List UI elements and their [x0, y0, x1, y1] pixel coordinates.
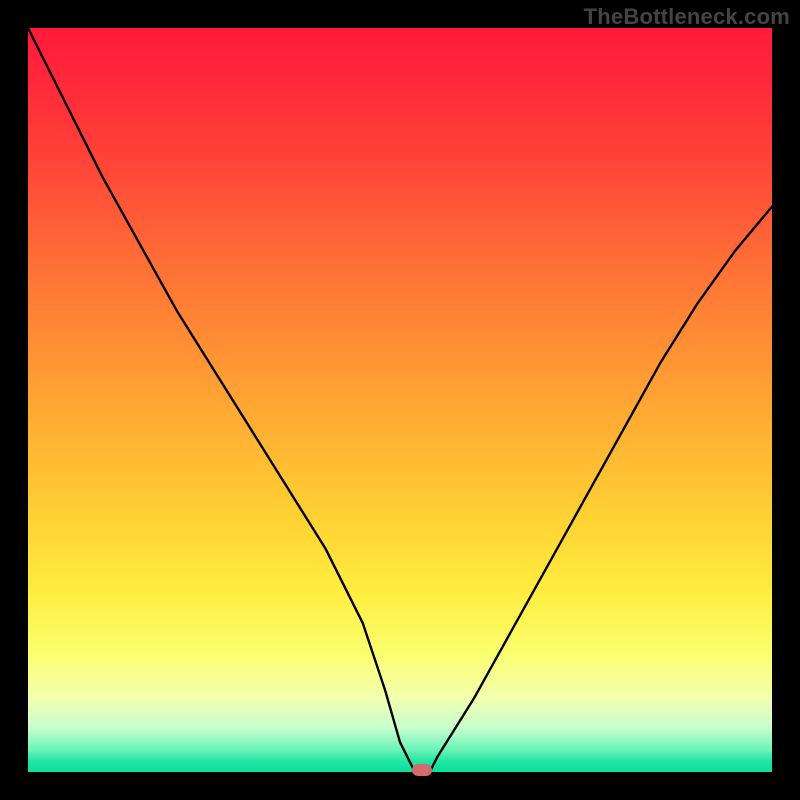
plot-area	[28, 28, 772, 772]
curve-svg	[28, 28, 772, 772]
bottleneck-curve	[28, 28, 772, 772]
watermark-text: TheBottleneck.com	[584, 4, 790, 30]
chart-frame: TheBottleneck.com	[0, 0, 800, 800]
optimal-point-marker	[412, 764, 432, 776]
